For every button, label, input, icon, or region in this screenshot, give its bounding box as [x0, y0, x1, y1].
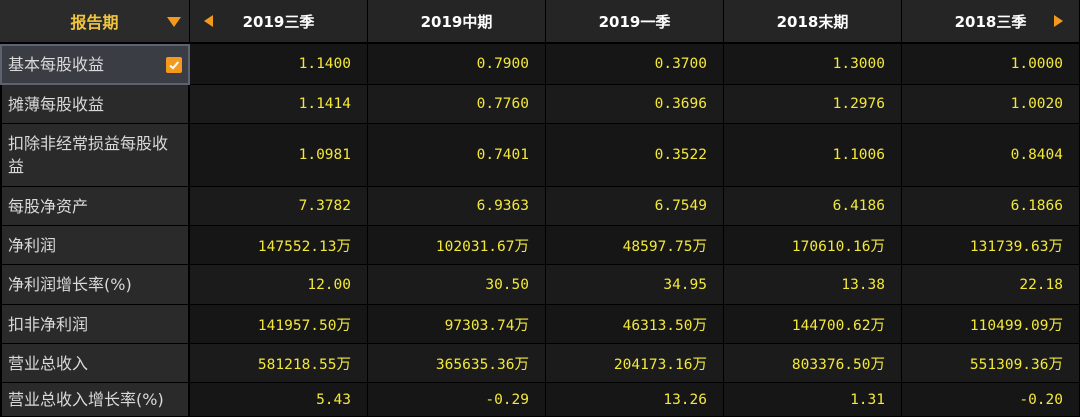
- row-label-text: 营业总收入增长率(%): [8, 390, 164, 409]
- triangle-left-icon[interactable]: [204, 15, 213, 27]
- table-cell: 147552.13万: [190, 226, 368, 265]
- row-label-basic-eps[interactable]: 基本每股收益: [0, 44, 190, 85]
- table-cell: 48597.75万: [546, 226, 724, 265]
- table-cell: 0.8404: [902, 124, 1080, 187]
- table-cell: 13.38: [724, 265, 902, 305]
- table-cell: 131739.63万: [902, 226, 1080, 265]
- table-cell: 1.1414: [190, 85, 368, 124]
- table-cell: 102031.67万: [368, 226, 546, 265]
- table-cell: 34.95: [546, 265, 724, 305]
- table-cell: 1.0000: [902, 44, 1080, 85]
- column-header-label: 2018末期: [776, 12, 849, 31]
- column-header-label: 2019中期: [420, 12, 493, 31]
- table-cell: 12.00: [190, 265, 368, 305]
- table-cell: 803376.50万: [724, 344, 902, 383]
- table-cell: 7.3782: [190, 187, 368, 226]
- table-cell: 1.0981: [190, 124, 368, 187]
- row-label-text: 净利润增长率(%): [8, 275, 132, 294]
- table-cell: 46313.50万: [546, 305, 724, 344]
- table-cell: -0.20: [902, 383, 1080, 417]
- table-cell: 0.7760: [368, 85, 546, 124]
- financial-data-table: 报告期 2019三季 2019中期 2019一季 2018末期 2018三季 基…: [0, 0, 1080, 417]
- caret-down-icon[interactable]: [167, 17, 181, 27]
- table-cell: 1.3000: [724, 44, 902, 85]
- row-label-diluted-eps[interactable]: 摊薄每股收益: [0, 85, 190, 124]
- table-cell: 22.18: [902, 265, 1080, 305]
- column-header-1: 2019中期: [368, 0, 546, 44]
- table-cell: 1.2976: [724, 85, 902, 124]
- table-cell: 6.4186: [724, 187, 902, 226]
- table-cell: 13.26: [546, 383, 724, 417]
- row-label-adjusted-eps[interactable]: 扣除非经常损益每股收益: [0, 124, 190, 187]
- table-cell: 1.1400: [190, 44, 368, 85]
- table-cell: 551309.36万: [902, 344, 1080, 383]
- table-cell: 97303.74万: [368, 305, 546, 344]
- table-cell: 6.7549: [546, 187, 724, 226]
- table-cell: 110499.09万: [902, 305, 1080, 344]
- table-cell: 0.7401: [368, 124, 546, 187]
- column-header-0: 2019三季: [190, 0, 368, 44]
- table-cell: 6.9363: [368, 187, 546, 226]
- row-label-text: 基本每股收益: [8, 55, 105, 74]
- table-cell: 0.3696: [546, 85, 724, 124]
- table-cell: 365635.36万: [368, 344, 546, 383]
- column-header-3: 2018末期: [724, 0, 902, 44]
- table-cell: 30.50: [368, 265, 546, 305]
- table-cell: 144700.62万: [724, 305, 902, 344]
- table-cell: 5.43: [190, 383, 368, 417]
- table-cell: 141957.50万: [190, 305, 368, 344]
- table-cell: -0.29: [368, 383, 546, 417]
- period-label: 报告期: [70, 13, 119, 32]
- table-cell: 1.31: [724, 383, 902, 417]
- row-label-text: 摊薄每股收益: [8, 94, 105, 114]
- table-cell: 581218.55万: [190, 344, 368, 383]
- table-cell: 170610.16万: [724, 226, 902, 265]
- row-label-text: 扣除非经常损益每股收益: [8, 134, 169, 176]
- row-label-text: 每股净资产: [8, 196, 89, 216]
- triangle-right-icon[interactable]: [1054, 15, 1063, 27]
- column-header-label: 2019一季: [598, 12, 671, 31]
- row-label-text: 营业总收入: [8, 353, 89, 373]
- column-header-4: 2018三季: [902, 0, 1080, 44]
- table-cell: 1.1006: [724, 124, 902, 187]
- column-header-label: 2019三季: [242, 12, 315, 31]
- row-label-total-revenue[interactable]: 营业总收入: [0, 344, 190, 383]
- column-header-label: 2018三季: [954, 12, 1027, 31]
- row-label-net-profit-growth[interactable]: 净利润增长率(%): [0, 265, 190, 305]
- row-label-net-assets-per-share[interactable]: 每股净资产: [0, 187, 190, 226]
- table-cell: 0.7900: [368, 44, 546, 85]
- checkbox-checked-icon[interactable]: [166, 56, 182, 73]
- row-label-text: 净利润: [8, 235, 57, 255]
- table-cell: 204173.16万: [546, 344, 724, 383]
- column-header-2: 2019一季: [546, 0, 724, 44]
- table-cell: 0.3700: [546, 44, 724, 85]
- table-cell: 1.0020: [902, 85, 1080, 124]
- period-selector[interactable]: 报告期: [0, 0, 190, 44]
- row-label-text: 扣非净利润: [8, 314, 89, 334]
- table-cell: 0.3522: [546, 124, 724, 187]
- row-label-revenue-growth[interactable]: 营业总收入增长率(%): [0, 383, 190, 417]
- row-label-net-profit[interactable]: 净利润: [0, 226, 190, 265]
- row-label-adjusted-net-profit[interactable]: 扣非净利润: [0, 305, 190, 344]
- table-cell: 6.1866: [902, 187, 1080, 226]
